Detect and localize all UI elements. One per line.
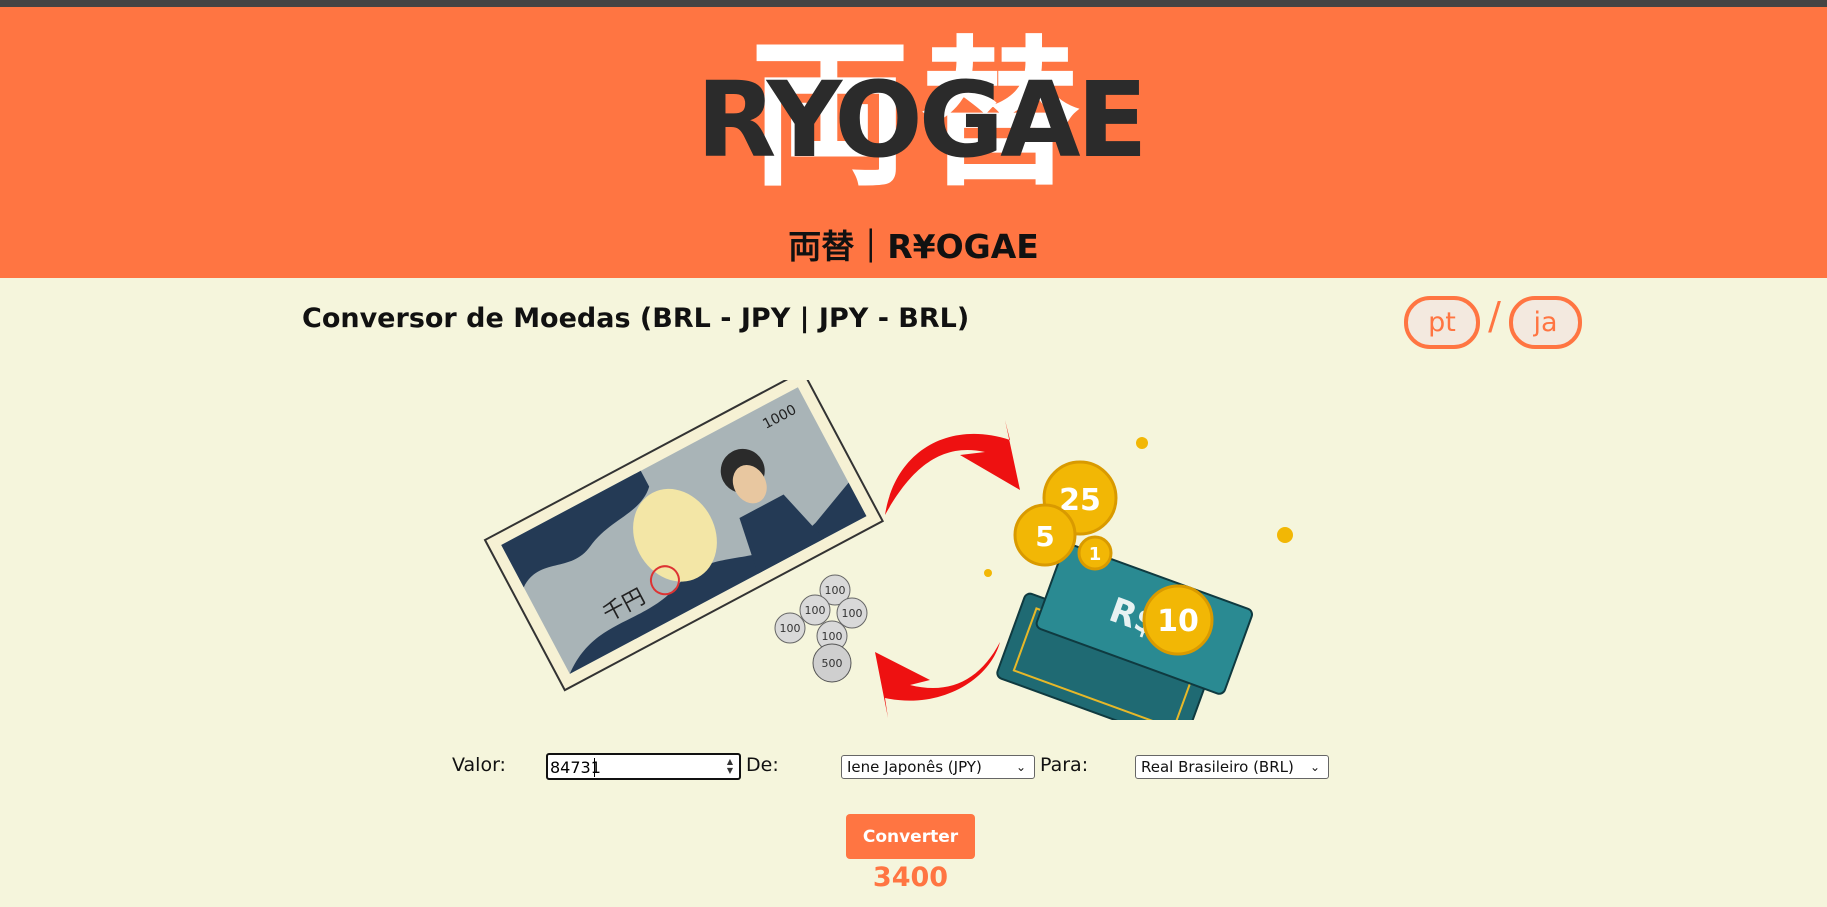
from-currency-label: De: — [746, 754, 779, 776]
number-stepper-icon[interactable]: ▲ ▼ — [725, 757, 735, 777]
svg-text:100: 100 — [842, 607, 863, 620]
value-label: Valor: — [452, 754, 506, 776]
to-currency-select[interactable]: Real Brasileiro (BRL) ⌄ — [1135, 755, 1329, 779]
chevron-down-icon: ⌄ — [1015, 760, 1026, 774]
language-separator: / — [1488, 294, 1501, 338]
conversion-result: 3400 — [872, 862, 949, 893]
from-currency-value: Iene Japonês (JPY) — [847, 758, 982, 776]
svg-text:1: 1 — [1089, 544, 1102, 565]
convert-button[interactable]: Converter — [846, 814, 975, 859]
svg-text:100: 100 — [825, 584, 846, 597]
logo-latin: RYOGAE — [696, 59, 1147, 181]
svg-text:500: 500 — [822, 657, 843, 670]
page-title: Conversor de Moedas (BRL - JPY | JPY - B… — [302, 303, 970, 334]
svg-text:100: 100 — [805, 604, 826, 617]
ryogae-logo: 両替 RYOGAE — [680, 22, 1160, 207]
to-currency-label: Para: — [1040, 754, 1089, 776]
currency-exchange-illustration: 千円 1000 100 100 100 100 100 500 R$ 25 5 … — [483, 380, 1293, 720]
svg-text:5: 5 — [1035, 520, 1054, 553]
svg-text:10: 10 — [1157, 604, 1199, 639]
text-caret — [594, 758, 595, 777]
yen-coins-image: 100 100 100 100 100 500 — [774, 574, 868, 683]
chevron-down-icon: ⌄ — [1309, 760, 1320, 774]
to-currency-value: Real Brasileiro (BRL) — [1141, 758, 1294, 776]
language-ja-button[interactable]: ja — [1509, 296, 1582, 349]
svg-text:100: 100 — [780, 622, 801, 635]
site-header: 両替 RYOGAE 両替｜R¥OGAE — [0, 7, 1827, 278]
language-pt-button[interactable]: pt — [1404, 296, 1480, 349]
value-input[interactable]: 84731 ▲ ▼ — [546, 753, 741, 780]
top-bar — [0, 0, 1827, 7]
exchange-arrow-top — [885, 420, 1020, 515]
exchange-arrow-bottom — [875, 642, 1000, 718]
from-currency-select[interactable]: Iene Japonês (JPY) ⌄ — [841, 755, 1035, 779]
site-title: 両替｜R¥OGAE — [788, 227, 1039, 266]
svg-text:100: 100 — [822, 630, 843, 643]
